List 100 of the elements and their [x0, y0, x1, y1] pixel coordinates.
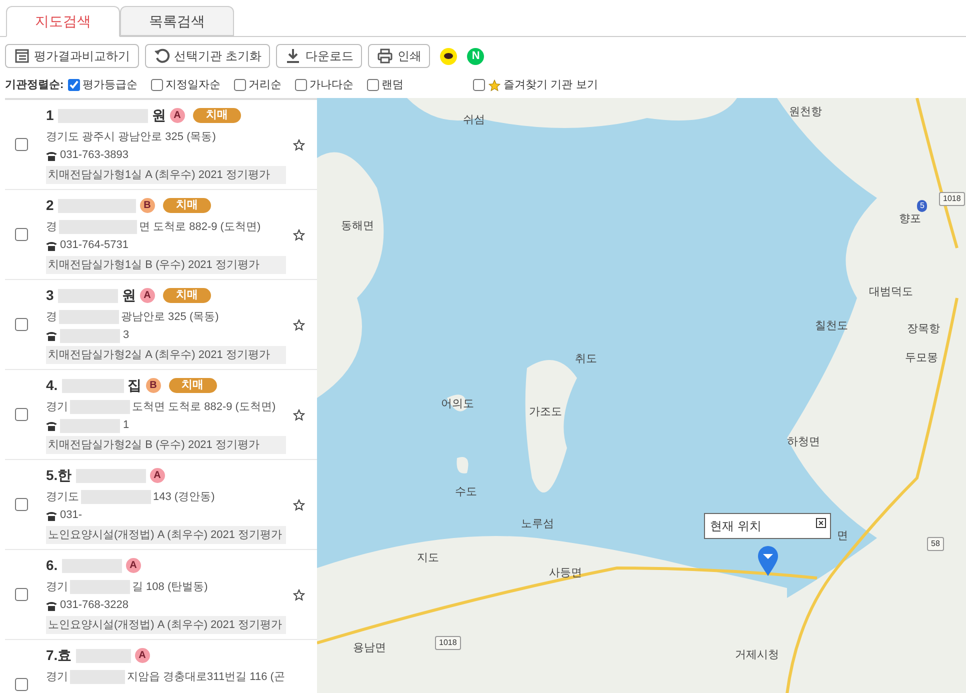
checkbox[interactable]: [472, 79, 485, 91]
redaction-block: [59, 310, 119, 324]
phone-icon: [46, 600, 57, 610]
place-label: 대범덕도: [869, 285, 913, 300]
speech-bubble-icon: [444, 52, 454, 60]
redaction-block: [76, 648, 131, 662]
place-label: 가조도: [529, 405, 562, 420]
checkbox[interactable]: [234, 79, 246, 91]
redaction-block: [70, 400, 130, 414]
sort-label: 기관정렬순:: [5, 78, 64, 93]
grade-badge: B: [140, 198, 155, 213]
sort-option[interactable]: 가나다순: [310, 76, 354, 94]
checkbox[interactable]: [15, 498, 28, 511]
place-label: 장목항: [907, 322, 940, 337]
address: 경기도: [46, 490, 79, 505]
place-label: 칠천도: [815, 319, 848, 334]
checkbox[interactable]: [15, 678, 28, 691]
place-label: 노루섬: [521, 517, 554, 532]
facility-name: 4.: [46, 376, 58, 395]
facility-name: 집: [128, 376, 142, 395]
phone-number: 031-763-3893: [60, 148, 129, 164]
grade-badge: A: [150, 468, 165, 483]
category-tag: 치매: [162, 198, 211, 213]
favorite-star-icon[interactable]: [293, 318, 305, 330]
redaction-block: [60, 418, 120, 432]
facility-name: 원: [152, 106, 166, 125]
favorite-star-icon[interactable]: [293, 498, 305, 510]
evaluation-label: 치매전담실가형2실 A (최우수) 2021 정기평가: [46, 346, 286, 364]
checkbox[interactable]: [150, 79, 163, 91]
place-label: 동해면: [341, 219, 374, 234]
address: 경: [46, 310, 57, 325]
chat-share-button[interactable]: [440, 48, 458, 64]
redaction-block: [76, 468, 146, 482]
category-tag: 치매: [192, 108, 241, 123]
checkbox[interactable]: [15, 228, 28, 241]
phone-icon: [46, 420, 57, 430]
place-label: 수도: [455, 485, 477, 500]
place-label: 하청면: [787, 435, 820, 450]
category-tag: 치매: [162, 288, 211, 303]
place-label: 원천항: [789, 105, 822, 120]
phone-icon: [46, 240, 57, 250]
sort-option[interactable]: 랜덤: [382, 76, 404, 94]
popup-label: 현재 위치: [710, 518, 762, 535]
toolbar-button[interactable]: 다운로드: [276, 44, 362, 68]
redaction-block: [70, 580, 130, 594]
grade-badge: A: [126, 558, 141, 573]
place-label: 거제시청: [735, 648, 779, 663]
place-label: 향포: [899, 212, 921, 227]
redaction-block: [70, 670, 125, 684]
tab[interactable]: 목록검색: [120, 6, 234, 36]
phone-number: 1: [123, 418, 130, 434]
sort-option[interactable]: 평가등급순: [82, 76, 138, 94]
evaluation-label: 치매전담실가형1실 B (우수) 2021 정기평가: [46, 256, 286, 274]
map-pin-icon[interactable]: [757, 545, 779, 577]
facility-name: 5.한: [46, 466, 72, 485]
printer-icon: [377, 48, 394, 64]
evaluation-label: 치매전담실가형1실 A (최우수) 2021 정기평가: [46, 166, 286, 184]
place-label: 면: [837, 529, 848, 544]
grade-badge: A: [134, 648, 150, 663]
facility-name: 6.: [46, 556, 58, 575]
facility-name: 원: [122, 286, 136, 305]
address: 도척면 도척로 882-9 (도척면): [132, 400, 276, 415]
phone-icon: [46, 330, 57, 340]
address: 경기: [46, 400, 68, 415]
download-icon: [285, 48, 302, 64]
grade-badge: A: [170, 108, 185, 123]
favorite-star-icon[interactable]: [293, 408, 305, 420]
checkbox[interactable]: [15, 588, 28, 601]
phone-number: 031-768-3228: [60, 598, 129, 614]
sort-option[interactable]: 지정일자순: [166, 76, 221, 94]
checkbox[interactable]: [366, 79, 379, 91]
close-button[interactable]: ×: [816, 518, 826, 528]
address: 경기도 광주시 광남안로 325 (목동): [46, 130, 216, 145]
evaluation-label: 노인요양시설(개정법) A (최우수) 2021 정기평가: [46, 526, 286, 544]
reset-icon: [154, 48, 170, 64]
star-icon: [488, 78, 501, 92]
phone-number: 3: [123, 328, 130, 344]
checkbox[interactable]: [15, 318, 28, 331]
place-label: 용남면: [353, 641, 386, 656]
address: 면 도척로 882-9 (도척면): [139, 220, 261, 235]
favorite-star-icon[interactable]: [293, 228, 305, 240]
place-label: 지도: [417, 551, 439, 566]
category-tag: 치매: [168, 378, 217, 393]
checkbox[interactable]: [15, 138, 28, 151]
address: 143 (경안동): [153, 490, 215, 505]
address: 경기: [46, 670, 68, 685]
favorites-option[interactable]: 즐겨찾기 기관 보기: [504, 76, 598, 94]
phone-number: 031-764-5731: [60, 238, 129, 254]
toolbar-button[interactable]: 평가결과비교하기: [5, 44, 139, 68]
favorite-star-icon[interactable]: [293, 588, 305, 600]
checkbox[interactable]: [68, 79, 80, 91]
sort-option[interactable]: 거리순: [248, 76, 282, 94]
redaction-block: [60, 328, 120, 342]
road-sign: 58: [927, 537, 944, 551]
tab[interactable]: 지도검색: [6, 6, 120, 37]
toolbar-button[interactable]: 선택기관 초기화: [145, 44, 270, 68]
checkbox[interactable]: [294, 79, 307, 91]
checkbox[interactable]: [15, 408, 28, 421]
favorite-star-icon[interactable]: [293, 138, 305, 150]
toolbar-button[interactable]: 인쇄: [368, 44, 430, 68]
